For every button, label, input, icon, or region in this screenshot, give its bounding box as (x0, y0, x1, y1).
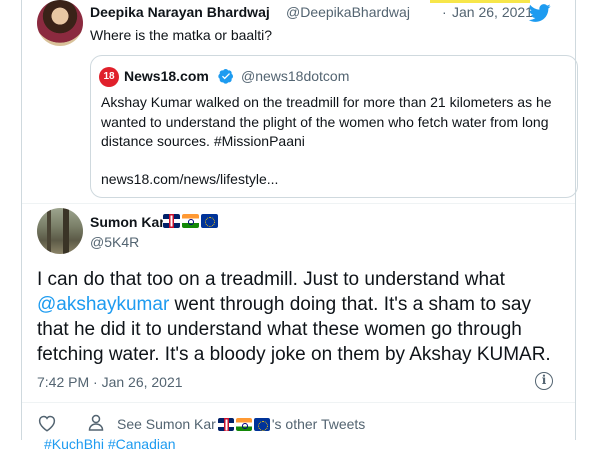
see-other-tweets-link[interactable]: See Sumon Kar 's other Tweets (117, 416, 365, 432)
see-other-tweets-prefix: See Sumon Kar (117, 416, 216, 432)
quoted-author-handle: @news18dotcom (241, 68, 350, 84)
person-icon (88, 414, 104, 431)
author-handle[interactable]: @5K4R (90, 234, 139, 250)
parent-author-handle[interactable]: @DeepikaBhardwaj (286, 4, 410, 20)
heart-icon[interactable] (37, 414, 57, 432)
parent-tweet[interactable]: Deepika Narayan Bhardwaj @DeepikaBhardwa… (22, 0, 578, 205)
india-flag-icon (182, 214, 199, 228)
eu-flag-icon (253, 417, 270, 431)
quoted-tweet-card[interactable]: 18 News18.com @news18dotcom Akshay Kumar… (90, 55, 578, 198)
avatar[interactable] (37, 0, 83, 46)
author-flags (163, 214, 218, 228)
eu-flag-icon (201, 214, 218, 228)
twitter-bird-icon[interactable] (527, 2, 553, 24)
info-icon[interactable]: i (535, 372, 553, 390)
verified-badge-icon (218, 69, 233, 84)
uk-flag-icon (217, 417, 234, 431)
quoted-tweet-link[interactable]: news18.com/news/lifestyle... (101, 171, 278, 187)
parent-tweet-date[interactable]: Jan 26, 2021 (452, 4, 533, 20)
india-flag-icon (235, 417, 252, 431)
author-flags-inline (217, 417, 270, 431)
tweet-text: I can do that too on a treadmill. Just t… (37, 267, 567, 367)
avatar[interactable] (37, 208, 83, 254)
tweet-timestamp[interactable]: 7:42 PM · Jan 26, 2021 (37, 374, 183, 390)
tweet-text-start: I can do that too on a treadmill. Just t… (37, 269, 505, 290)
see-other-tweets-suffix: 's other Tweets (271, 416, 366, 432)
author-name[interactable]: Sumon Kar (90, 214, 165, 230)
hashtags-partial[interactable]: #KuchBhi #Canadian (44, 436, 176, 450)
divider (22, 203, 575, 204)
mention-link[interactable]: @akshaykumar (37, 294, 169, 315)
parent-tweet-text: Where is the matka or baalti? (90, 27, 273, 43)
parent-author-name[interactable]: Deepika Narayan Bhardwaj (90, 4, 270, 20)
quoted-tweet-text: Akshay Kumar walked on the treadmill for… (101, 94, 552, 149)
quoted-author-name: News18.com (124, 68, 209, 84)
separator-dot: · (442, 4, 447, 20)
uk-flag-icon (163, 214, 180, 228)
divider (22, 402, 575, 403)
news18-logo: 18 (99, 67, 119, 87)
